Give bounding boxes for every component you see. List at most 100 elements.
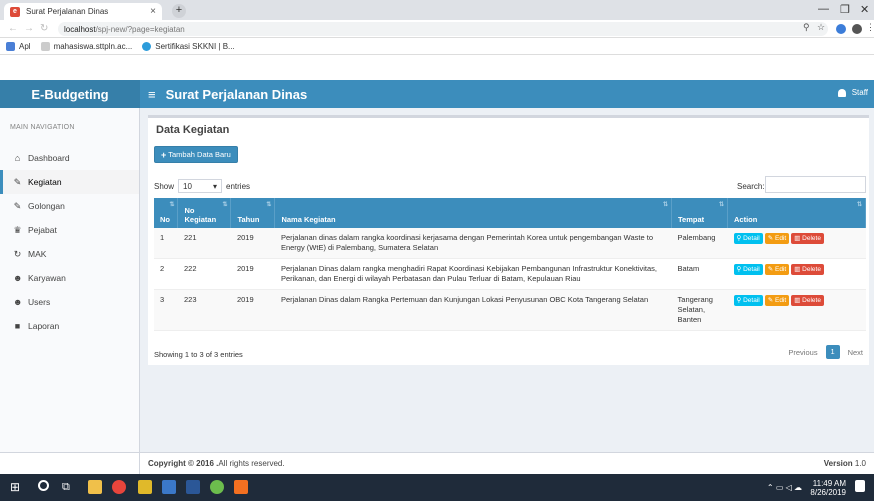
edit-button[interactable]: ✎ Edit — [764, 233, 790, 244]
extension-icon[interactable] — [836, 24, 846, 34]
detail-button[interactable]: ⚲ Detail — [733, 295, 763, 306]
sort-icon: ⇅ — [266, 202, 272, 208]
maximize-icon[interactable]: ❐ — [840, 3, 850, 16]
windows-start-icon[interactable]: ⊞ — [10, 480, 24, 494]
reload-icon[interactable]: ↻ — [40, 23, 48, 34]
trophy-icon: ♛ — [13, 224, 22, 235]
edit-icon: ✎ — [767, 297, 774, 304]
column-header-nama-kegiatan[interactable]: ⇅ Nama Kegiatan — [274, 198, 673, 228]
system-tray-icons[interactable]: ⌃ ▭ ◁ ☁ — [767, 483, 802, 492]
user-name: Staff — [851, 88, 868, 97]
tab-close-icon[interactable]: × — [150, 6, 156, 17]
add-data-button[interactable]: + Tambah Data Baru — [154, 146, 238, 163]
page-button[interactable]: 1 — [825, 345, 840, 359]
cell-action: ⚲ Detail ✎ Edit ▥ Delete — [727, 258, 866, 290]
bookmark-mahasiswa[interactable]: mahasiswa.sttpln.ac... — [40, 41, 132, 51]
pagination: Previous 1 Next — [788, 345, 863, 359]
delete-button[interactable]: ▥ Delete — [791, 295, 824, 306]
task-view-icon[interactable]: ⧉ — [62, 480, 76, 494]
edit-button[interactable]: ✎ Edit — [764, 295, 790, 306]
search-icon: ⚲ — [736, 235, 742, 242]
column-header-tahun[interactable]: ⇅ Tahun — [230, 198, 276, 228]
page-length-control: Show 10 ▾ entries — [154, 179, 250, 193]
entries-label: entries — [226, 181, 251, 191]
search-input[interactable] — [765, 176, 866, 193]
detail-button[interactable]: ⚲ Detail — [733, 233, 763, 244]
file-explorer-icon[interactable] — [88, 480, 102, 494]
cell-no: 2 — [154, 258, 178, 290]
column-header-action[interactable]: ⇅ Action — [727, 198, 866, 228]
chrome-icon[interactable] — [112, 480, 126, 494]
sidebar-item-golongan[interactable]: ✎ Golongan — [0, 194, 139, 218]
users-icon: ☻ — [13, 272, 23, 283]
forward-icon[interactable]: → — [24, 23, 34, 34]
sidebar-item-label: Laporan — [28, 321, 60, 331]
sidebar-item-label: Dashboard — [28, 153, 70, 163]
app-logo[interactable]: E-Budgeting — [0, 80, 140, 108]
url-input[interactable]: ⓘ localhost /spj-new/?page=kegiatan — [58, 22, 828, 264]
trash-icon: ▥ — [794, 266, 801, 273]
column-label: Tempat — [678, 215, 705, 224]
trash-icon: ▥ — [794, 297, 801, 304]
refresh-icon: ↻ — [13, 248, 22, 259]
cell-tempat: Tangerang Selatan, Banten — [671, 289, 728, 331]
edit-icon: ✎ — [13, 200, 22, 211]
whatsapp-icon[interactable] — [210, 480, 224, 494]
sidebar-item-karyawan[interactable]: ☻ Karyawan — [0, 266, 139, 290]
detail-label: Detail — [743, 266, 760, 273]
cell-nama-kegiatan: Perjalanan Dinas dalam Rangka Pertemuan … — [274, 289, 672, 331]
users-icon: ☻ — [13, 296, 23, 307]
page-icon — [40, 41, 50, 51]
version-info: Version 1.0 — [824, 459, 866, 468]
box-title: Data Kegiatan — [156, 124, 230, 136]
bookmark-sertifikasi[interactable]: Sertifikasi SKKNI | B... — [142, 41, 235, 51]
taskbar: ⊞ ⧉ ⌃ ▭ ◁ ☁ 11:49 AM 8/26/2019 — [0, 474, 874, 501]
photos-icon[interactable] — [162, 480, 176, 494]
column-header-tempat[interactable]: ⇅ Tempat — [671, 198, 729, 228]
edit-button[interactable]: ✎ Edit — [764, 264, 790, 275]
bookmark-star-icon[interactable]: ☆ — [817, 22, 825, 33]
app-header: ≡ Surat Perjalanan Dinas Staff — [140, 80, 874, 108]
next-button[interactable]: Next — [848, 348, 863, 357]
delete-button[interactable]: ▥ Delete — [791, 233, 824, 244]
sidebar-toggle-icon[interactable]: ≡ — [148, 87, 156, 102]
user-menu[interactable]: Staff — [837, 88, 868, 97]
sort-icon: ⇅ — [169, 202, 175, 208]
notification-icon[interactable] — [855, 480, 865, 492]
page-top-band — [0, 55, 874, 80]
new-tab-button[interactable]: + — [172, 4, 186, 18]
url-path: /spj-new/?page=kegiatan — [95, 24, 185, 34]
sidebar-item-mak[interactable]: ↻ MAK — [0, 242, 139, 266]
sticky-notes-icon[interactable] — [138, 480, 152, 494]
sidebar-item-users[interactable]: ☻ Users — [0, 290, 139, 314]
back-icon[interactable]: ← — [8, 23, 18, 34]
sidebar-item-pejabat[interactable]: ♛ Pejabat — [0, 218, 139, 242]
previous-button[interactable]: Previous — [788, 348, 817, 357]
window-close-icon[interactable]: ✕ — [860, 3, 869, 16]
column-header-no[interactable]: ⇅ No — [154, 198, 179, 228]
clock[interactable]: 11:49 AM 8/26/2019 — [810, 479, 846, 497]
sidebar-item-kegiatan[interactable]: ✎ Kegiatan — [0, 170, 139, 194]
xampp-icon[interactable] — [234, 480, 248, 494]
detail-button[interactable]: ⚲ Detail — [733, 264, 763, 275]
edit-icon: ✎ — [13, 176, 22, 187]
cell-no-kegiatan: 223 — [177, 289, 231, 331]
show-label: Show — [154, 181, 175, 191]
zoom-icon[interactable]: ⚲ — [803, 22, 810, 33]
sidebar-header: MAIN NAVIGATION — [10, 124, 75, 131]
delete-button[interactable]: ▥ Delete — [791, 264, 824, 275]
sidebar-item-dashboard[interactable]: ⌂ Dashboard — [0, 146, 139, 170]
profile-avatar-icon[interactable] — [852, 24, 862, 34]
bookmark-apps[interactable]: Apl — [6, 41, 31, 51]
minimize-icon[interactable]: — — [818, 3, 829, 15]
column-label: No — [160, 215, 170, 224]
browser-tab[interactable]: e Surat Perjalanan Dinas × — [4, 3, 162, 20]
cortana-search-icon[interactable] — [38, 480, 49, 491]
browser-menu-icon[interactable]: ⋮ — [866, 22, 874, 33]
sidebar-item-laporan[interactable]: ■ Laporan — [0, 314, 139, 338]
word-icon[interactable] — [186, 480, 200, 494]
address-bar: ← → ↻ ⓘ localhost /spj-new/?page=kegiata… — [0, 20, 874, 264]
page-length-select[interactable]: 10 ▾ — [178, 179, 223, 193]
column-header-no-kegiatan[interactable]: ⇅ No Kegiatan — [177, 198, 232, 228]
bookmark-label: Apl — [19, 41, 31, 51]
